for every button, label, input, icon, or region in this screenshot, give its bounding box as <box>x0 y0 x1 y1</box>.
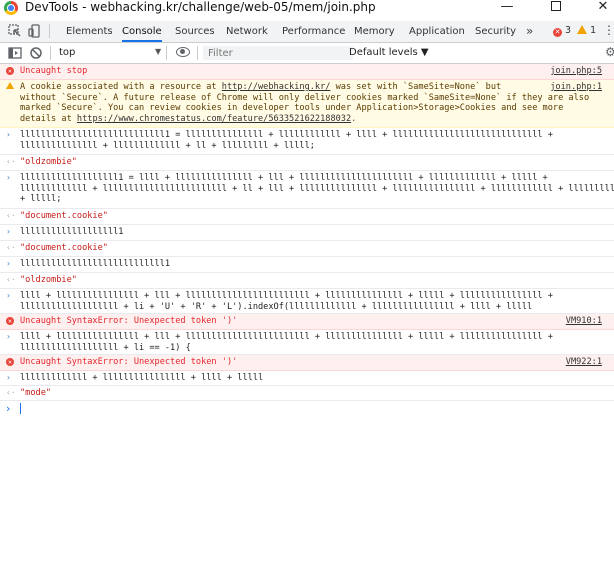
window-title: DevTools - webhacking.kr/challenge/web-0… <box>25 0 376 14</box>
input-chevron-icon: › <box>6 173 11 182</box>
output-value: "document.cookie" <box>20 243 108 253</box>
chrome-logo-icon <box>4 1 18 15</box>
toolbar-divider <box>49 24 50 38</box>
input-code: lllllllllllllllllll1 = llll + llllllllll… <box>20 173 614 205</box>
device-toolbar-icon[interactable] <box>28 24 42 38</box>
input-chevron-icon: › <box>6 332 11 341</box>
console-settings-gear-icon[interactable]: ⚙ <box>605 45 614 59</box>
console-input-entry: › lllllllllllll + llllllllllllllll + lll… <box>0 371 614 386</box>
toolbar-divider <box>50 46 51 60</box>
context-selector[interactable]: top <box>59 47 75 58</box>
error-text: Uncaught SyntaxError: Unexpected token '… <box>20 357 238 367</box>
output-chevron-icon: ‹· <box>6 275 16 284</box>
console-input-entry: › lllllllllllllllllll1 <box>0 225 614 241</box>
output-chevron-icon: ‹· <box>6 243 16 252</box>
input-chevron-icon: › <box>6 259 11 268</box>
maximize-icon <box>551 1 561 11</box>
input-chevron-icon: › <box>6 227 11 236</box>
console-output-entry: ‹· "document.cookie" <box>0 241 614 257</box>
toolbar-divider <box>166 46 167 60</box>
source-link[interactable]: VM910:1 <box>566 316 602 327</box>
warning-count: 1 <box>590 25 597 36</box>
input-code: llllllllllllllllllllllllllll1 <box>20 259 171 269</box>
source-link[interactable]: join.php:1 <box>550 82 602 93</box>
error-icon: ✕ <box>6 66 14 77</box>
output-value: "oldzombie" <box>20 275 77 285</box>
input-code: lllllllllllll + llllllllllllllll + llll … <box>20 373 264 383</box>
output-chevron-icon: ‹· <box>6 388 16 397</box>
live-expression-eye-icon[interactable] <box>176 47 190 57</box>
inspect-element-icon[interactable] <box>8 24 22 38</box>
input-chevron-icon: › <box>6 373 11 382</box>
console-output-entry: ‹· "oldzombie" <box>0 155 614 171</box>
window-titlebar: DevTools - webhacking.kr/challenge/web-0… <box>0 0 614 18</box>
tab-network[interactable]: Network <box>226 21 268 42</box>
customize-menu-icon[interactable]: ⋮ <box>603 23 614 37</box>
devtools-tabbar: Elements Console Sources Network Perform… <box>0 21 614 43</box>
chromestatus-link[interactable]: https://www.chromestatus.com/feature/563… <box>77 114 351 124</box>
context-dropdown-icon[interactable]: ▼ <box>155 47 161 56</box>
console-error-message: ✕ Uncaught stop join.php:5 <box>0 64 614 80</box>
input-chevron-icon: › <box>6 291 11 300</box>
console-output-entry: ‹· "document.cookie" <box>0 209 614 225</box>
output-value: "mode" <box>20 388 52 398</box>
tab-application[interactable]: Application <box>409 21 465 42</box>
tab-performance[interactable]: Performance <box>282 21 345 42</box>
tab-console[interactable]: Console <box>122 21 162 42</box>
tab-memory[interactable]: Memory <box>354 21 395 42</box>
maximize-button[interactable] <box>546 0 566 14</box>
error-icon: ✕ <box>6 357 14 368</box>
console-output: ✕ Uncaught stop join.php:5 A cookie asso… <box>0 64 614 588</box>
issues-counter[interactable]: ✕ 3 1 <box>553 25 596 37</box>
warning-count-icon <box>577 25 588 34</box>
console-input-entry: › lllllllllllllllllll1 = llll + llllllll… <box>0 171 614 209</box>
output-value: "oldzombie" <box>20 157 77 167</box>
source-link[interactable]: VM922:1 <box>566 357 602 368</box>
source-link[interactable]: join.php:5 <box>550 66 602 77</box>
console-input-entry: › llll + llllllllllllllll + lll + llllll… <box>0 330 614 355</box>
clear-console-icon[interactable] <box>29 46 43 60</box>
warning-text: A cookie associated with a resource at h… <box>20 82 590 124</box>
output-value: "document.cookie" <box>20 211 108 221</box>
console-error-message: ✕ Uncaught SyntaxError: Unexpected token… <box>0 314 614 330</box>
tab-security[interactable]: Security <box>475 21 516 42</box>
error-text: Uncaught SyntaxError: Unexpected token '… <box>20 316 238 326</box>
toolbar-divider <box>197 46 198 60</box>
console-output-entry: ‹· "mode" <box>0 386 614 401</box>
console-input-entry: › llllllllllllllllllllllllllll1 = llllll… <box>0 128 614 155</box>
console-input-entry: › llllllllllllllllllllllllllll1 <box>0 257 614 273</box>
output-chevron-icon: ‹· <box>6 211 16 220</box>
tab-sources[interactable]: Sources <box>175 21 215 42</box>
console-input-entry: › llll + llllllllllllllll + lll + llllll… <box>0 289 614 314</box>
close-button[interactable]: ✕ <box>593 0 613 14</box>
sidebar-toggle-icon[interactable] <box>8 46 22 60</box>
input-code: llll + llllllllllllllll + lll + llllllll… <box>20 332 553 353</box>
console-warning-message: A cookie associated with a resource at h… <box>0 80 614 128</box>
output-chevron-icon: ‹· <box>6 157 16 166</box>
warning-icon <box>6 82 14 93</box>
log-levels-dropdown[interactable]: Default levels ▼ <box>349 47 429 58</box>
input-chevron-icon: › <box>6 130 11 139</box>
console-error-message: ✕ Uncaught SyntaxError: Unexpected token… <box>0 355 614 371</box>
error-icon: ✕ <box>6 316 14 327</box>
input-code: llll + llllllllllllllll + lll + llllllll… <box>20 291 553 312</box>
error-text: Uncaught stop <box>20 66 88 76</box>
input-code: lllllllllllllllllll1 <box>20 227 124 237</box>
error-count-icon: ✕ <box>553 28 562 37</box>
more-tabs-button[interactable]: » <box>526 21 533 41</box>
input-code: llllllllllllllllllllllllllll1 = llllllll… <box>20 130 553 151</box>
text-caret <box>20 403 21 414</box>
filter-input[interactable] <box>203 46 353 60</box>
console-output-entry: ‹· "oldzombie" <box>0 273 614 289</box>
prompt-chevron-icon: › <box>6 402 11 415</box>
cookie-domain-link[interactable]: http://webhacking.kr/ <box>222 82 331 92</box>
error-count: 3 <box>565 25 572 36</box>
tab-elements[interactable]: Elements <box>66 21 113 42</box>
console-prompt[interactable]: › <box>0 401 614 415</box>
console-toolbar: top ▼ Default levels ▼ ⚙ <box>0 43 614 64</box>
minimize-button[interactable]: — <box>497 0 517 14</box>
